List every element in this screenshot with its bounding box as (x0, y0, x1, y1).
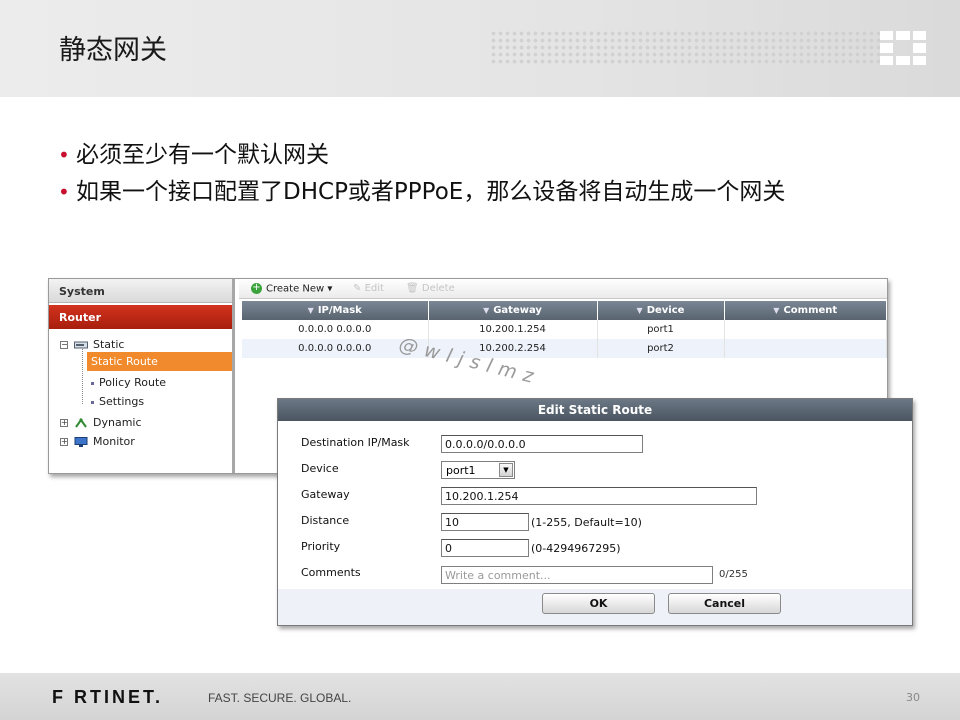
tagline: FAST. SECURE. GLOBAL. (208, 691, 352, 705)
distance-hint: (1-255, Default=10) (531, 516, 642, 529)
column-header-ip-mask[interactable]: ▼ IP/Mask (242, 301, 429, 320)
gateway-label: Gateway (301, 488, 350, 501)
tree-guide-line (82, 349, 83, 404)
nav-system[interactable]: System (49, 279, 232, 303)
tree-item-policy-route[interactable]: Policy Route (91, 376, 166, 389)
leaf-bullet-icon (91, 381, 94, 385)
tree-item-settings[interactable]: Settings (91, 395, 144, 408)
slide-header: 静态网关 (0, 0, 960, 97)
tree-item-dynamic[interactable]: + Dynamic (60, 416, 142, 429)
chevron-down-icon[interactable]: ▼ (499, 463, 513, 477)
tree-label: Monitor (93, 435, 135, 448)
cell-device: port1 (597, 320, 725, 339)
priority-hint: (0-4294967295) (531, 542, 621, 555)
fortinet-logo-icon (880, 31, 926, 65)
dialog-title: Edit Static Route (278, 399, 912, 421)
static-route-table: ▼ IP/Mask ▼ Gateway ▼ Device ▼ Comment 0.0.0… (242, 301, 887, 358)
nav-router[interactable]: Router (49, 305, 232, 329)
column-label: Comment (783, 305, 838, 316)
filter-icon[interactable]: ▼ (637, 306, 643, 315)
device-label: Device (301, 462, 339, 475)
monitor-icon (74, 437, 87, 447)
bullet-marker: • (58, 180, 70, 204)
tree-label: Settings (99, 395, 145, 408)
comments-input[interactable]: Write a comment... (441, 566, 713, 584)
cell-comment (724, 339, 887, 358)
nav-panel: System Router − Static Static Route Poli… (49, 279, 235, 473)
dest-ip-mask-input[interactable]: 0.0.0.0/0.0.0.0 (441, 435, 643, 453)
page-number: 30 (906, 691, 920, 704)
tree-label: Static (93, 338, 125, 351)
tree-item-static[interactable]: − Static (60, 338, 124, 351)
column-header-gateway[interactable]: ▼ Gateway (428, 301, 598, 320)
bullet-item: • 如果一个接口配置了DHCP或者PPPoE，那么设备将自动生成一个网关 (58, 175, 878, 209)
toolbar: + Create New ▾ ✎ Edit 🗑 Delete (239, 279, 887, 299)
plus-icon: + (251, 282, 262, 294)
expand-icon[interactable]: + (60, 419, 68, 427)
priority-input[interactable]: 0 (441, 539, 529, 557)
filter-icon[interactable]: ▼ (483, 306, 489, 315)
brand-logo: F RTINET. (52, 687, 163, 707)
table-row[interactable]: 0.0.0.0 0.0.0.0 10.200.1.254 port1 (242, 320, 887, 339)
ok-button[interactable]: OK (542, 593, 655, 614)
table-row[interactable]: 0.0.0.0 0.0.0.0 10.200.2.254 port2 (242, 339, 887, 358)
cell-gateway: 10.200.1.254 (428, 320, 598, 339)
edit-static-route-dialog: Edit Static Route Destination IP/Mask 0.… (277, 398, 913, 626)
tree-label: Static Route (91, 355, 158, 368)
device-select-value: port1 (446, 464, 476, 477)
tree-item-monitor[interactable]: + Monitor (60, 435, 135, 448)
column-header-device[interactable]: ▼ Device (597, 301, 725, 320)
column-label: IP/Mask (317, 305, 362, 316)
dest-label: Destination IP/Mask (301, 436, 410, 449)
tree-label: Dynamic (93, 416, 142, 429)
distance-label: Distance (301, 514, 350, 527)
column-label: Device (646, 305, 685, 316)
edit-label: Edit (364, 283, 384, 294)
bullet-item: • 必须至少有一个默认网关 (58, 138, 878, 172)
delete-label: Delete (421, 283, 455, 294)
bullet-text: 必须至少有一个默认网关 (76, 142, 329, 168)
comments-label: Comments (301, 566, 361, 579)
slide-title: 静态网关 (59, 35, 167, 66)
filter-icon[interactable]: ▼ (308, 306, 314, 315)
slide-footer: F RTINET. FAST. SECURE. GLOBAL. 30 (0, 673, 960, 720)
gateway-input[interactable]: 10.200.1.254 (441, 487, 757, 505)
header-dot-pattern (490, 30, 880, 66)
tree-label: Policy Route (99, 376, 167, 389)
create-new-label: Create New (266, 283, 325, 295)
cancel-button[interactable]: Cancel (668, 593, 781, 614)
priority-label: Priority (301, 540, 341, 553)
bullet-marker: • (58, 143, 70, 167)
collapse-icon[interactable]: − (60, 341, 68, 349)
device-select[interactable]: port1 ▼ (441, 461, 515, 479)
distance-input[interactable]: 10 (441, 513, 529, 531)
dynamic-routing-icon (74, 418, 87, 428)
cell-comment (724, 320, 887, 339)
expand-icon[interactable]: + (60, 438, 68, 446)
tree-item-static-route[interactable]: Static Route (87, 352, 232, 371)
comments-counter: 0/255 (719, 569, 748, 580)
delete-button[interactable]: 🗑 Delete (406, 283, 455, 294)
filter-icon[interactable]: ▼ (773, 306, 779, 315)
create-new-button[interactable]: + Create New ▾ (251, 283, 332, 295)
cell-device: port2 (597, 339, 725, 358)
column-label: Gateway (493, 305, 542, 316)
column-header-comment[interactable]: ▼ Comment (724, 301, 887, 320)
static-router-icon (73, 341, 88, 349)
leaf-bullet-icon (91, 400, 94, 404)
bullet-text: 如果一个接口配置了DHCP或者PPPoE，那么设备将自动生成一个网关 (76, 179, 786, 205)
edit-button[interactable]: ✎ Edit (353, 283, 384, 294)
